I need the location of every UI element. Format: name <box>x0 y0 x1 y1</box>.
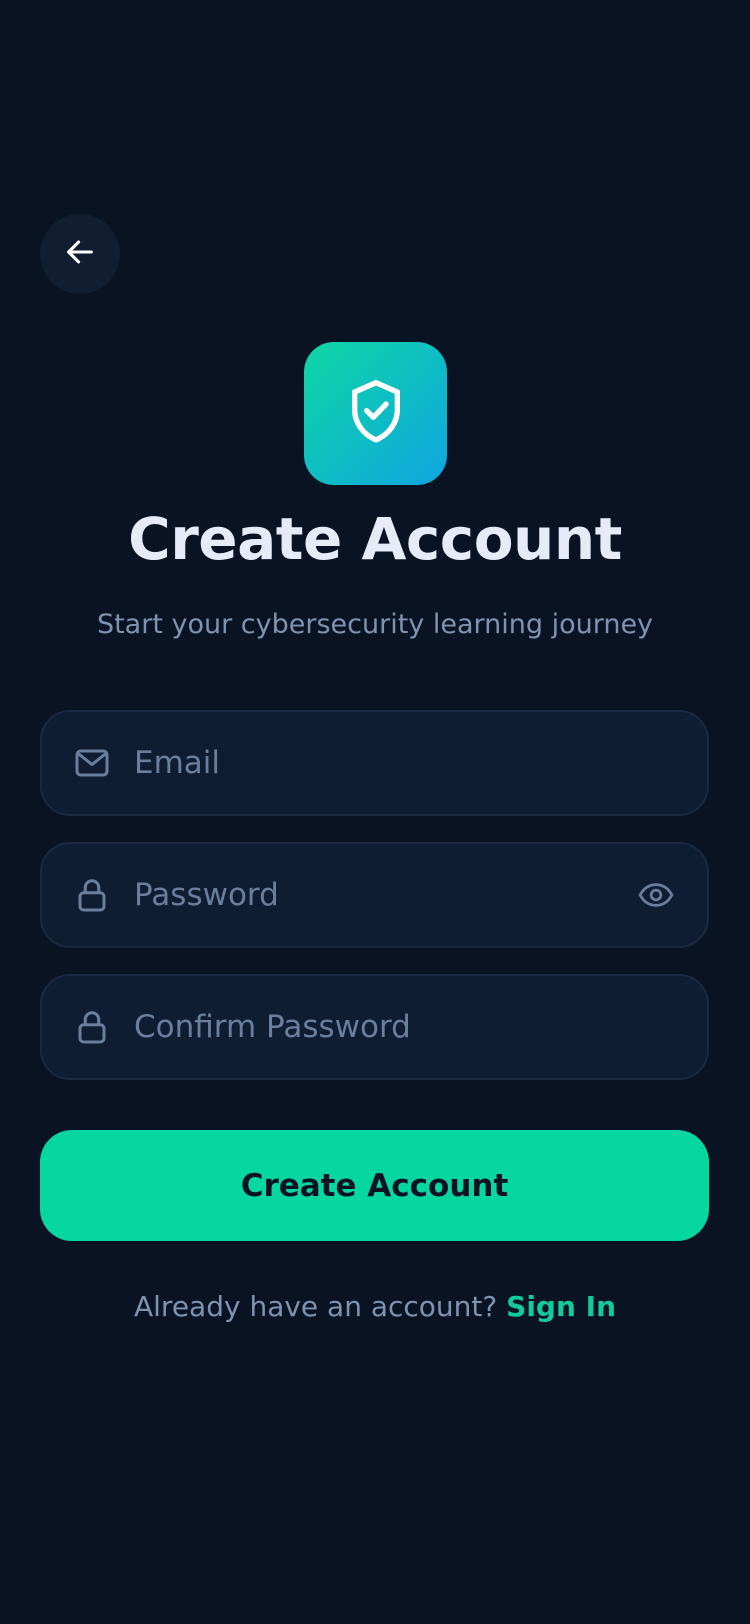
arrow-left-icon <box>63 235 97 273</box>
lock-icon <box>74 877 110 913</box>
email-field[interactable] <box>40 710 709 816</box>
mail-icon <box>74 745 110 781</box>
confirm-password-input[interactable] <box>134 976 617 1078</box>
app-logo <box>304 342 447 485</box>
confirm-password-field[interactable] <box>40 974 709 1080</box>
sign-in-prompt-text: Already have an account? <box>133 1290 507 1323</box>
create-account-button[interactable]: Create Account <box>40 1130 709 1241</box>
email-input[interactable] <box>134 712 617 814</box>
back-button[interactable] <box>40 214 120 294</box>
sign-in-link[interactable]: Sign In <box>506 1290 616 1323</box>
shield-check-icon <box>344 377 408 451</box>
eye-icon[interactable] <box>637 876 675 914</box>
lock-icon <box>74 1009 110 1045</box>
page-subtitle: Start your cybersecurity learning journe… <box>96 609 654 640</box>
sign-in-prompt: Already have an account? Sign In <box>0 1290 750 1323</box>
password-field[interactable] <box>40 842 709 948</box>
password-input[interactable] <box>134 844 617 946</box>
page-title: Create Account <box>128 505 622 573</box>
